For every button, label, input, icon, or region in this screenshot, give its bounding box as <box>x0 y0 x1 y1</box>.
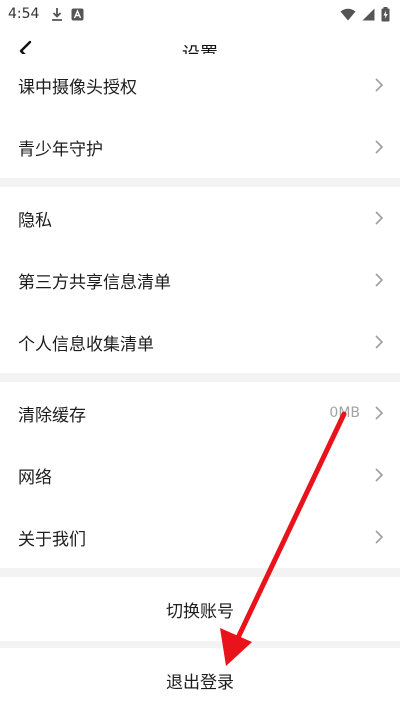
logout-group: 退出登录 <box>0 648 400 712</box>
logout-label: 退出登录 <box>166 672 234 693</box>
status-time: 4:54 <box>8 6 40 22</box>
settings-item-label: 网络 <box>18 467 52 488</box>
logout-button[interactable]: 退出登录 <box>0 648 400 712</box>
settings-item-label: 个人信息收集清单 <box>18 334 154 355</box>
cache-size-value: 0MB <box>329 405 360 421</box>
settings-item-clear-cache[interactable]: 清除缓存 0MB <box>0 382 400 444</box>
settings-group-3: 清除缓存 0MB 网络 关于我们 <box>0 382 400 568</box>
chevron-right-icon <box>375 335 384 349</box>
settings-group-2: 隐私 第三方共享信息清单 个人信息收集清单 <box>0 187 400 373</box>
settings-item-privacy[interactable]: 隐私 <box>0 187 400 249</box>
switch-account-button[interactable]: 切换账号 <box>0 577 400 641</box>
switch-account-group: 切换账号 <box>0 577 400 641</box>
chevron-right-icon <box>375 468 384 482</box>
settings-item-label: 关于我们 <box>18 529 86 550</box>
wifi-icon <box>340 8 356 20</box>
settings-item-label: 第三方共享信息清单 <box>18 272 171 293</box>
settings-item-network[interactable]: 网络 <box>0 444 400 506</box>
settings-item-camera-authorization[interactable]: 课中摄像头授权 <box>0 54 400 116</box>
chevron-right-icon <box>375 273 384 287</box>
chevron-right-icon <box>375 406 384 420</box>
chevron-right-icon <box>375 78 384 92</box>
chevron-right-icon <box>375 211 384 225</box>
settings-item-third-party-sharing-list[interactable]: 第三方共享信息清单 <box>0 249 400 311</box>
status-bar: 4:54 <box>0 0 400 28</box>
settings-item-label: 隐私 <box>18 210 52 231</box>
settings-item-label: 课中摄像头授权 <box>18 77 137 98</box>
settings-item-youth-protection[interactable]: 青少年守护 <box>0 116 400 178</box>
chevron-right-icon <box>375 140 384 154</box>
app-notification-icon <box>71 8 84 20</box>
switch-account-label: 切换账号 <box>166 601 234 622</box>
battery-charging-icon <box>381 6 390 21</box>
settings-group-1: 课中摄像头授权 青少年守护 <box>0 54 400 178</box>
settings-item-personal-info-collection-list[interactable]: 个人信息收集清单 <box>0 311 400 373</box>
settings-item-label: 清除缓存 <box>18 405 86 426</box>
cellular-signal-icon <box>362 8 375 20</box>
settings-item-label: 青少年守护 <box>18 139 103 160</box>
chevron-right-icon <box>375 530 384 544</box>
download-icon <box>52 8 63 21</box>
settings-item-about-us[interactable]: 关于我们 <box>0 506 400 568</box>
